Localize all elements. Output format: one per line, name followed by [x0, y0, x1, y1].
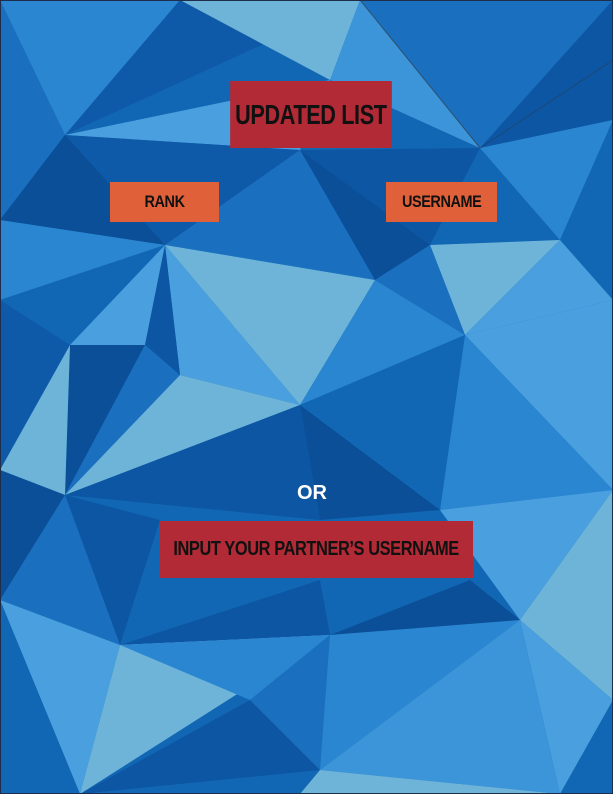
username-button[interactable]: USERNAME — [386, 182, 497, 222]
updated-list-label: UPDATED LIST — [235, 98, 387, 130]
partner-username-label: INPUT YOUR PARTNER’S USERNAME — [173, 538, 460, 560]
updated-list-button[interactable]: UPDATED LIST — [230, 81, 392, 148]
or-divider-text: OR — [297, 482, 327, 504]
partner-username-button[interactable]: INPUT YOUR PARTNER’S USERNAME — [160, 521, 473, 578]
rank-button[interactable]: RANK — [110, 182, 219, 222]
rank-label: RANK — [144, 192, 185, 211]
username-label: USERNAME — [401, 192, 482, 211]
